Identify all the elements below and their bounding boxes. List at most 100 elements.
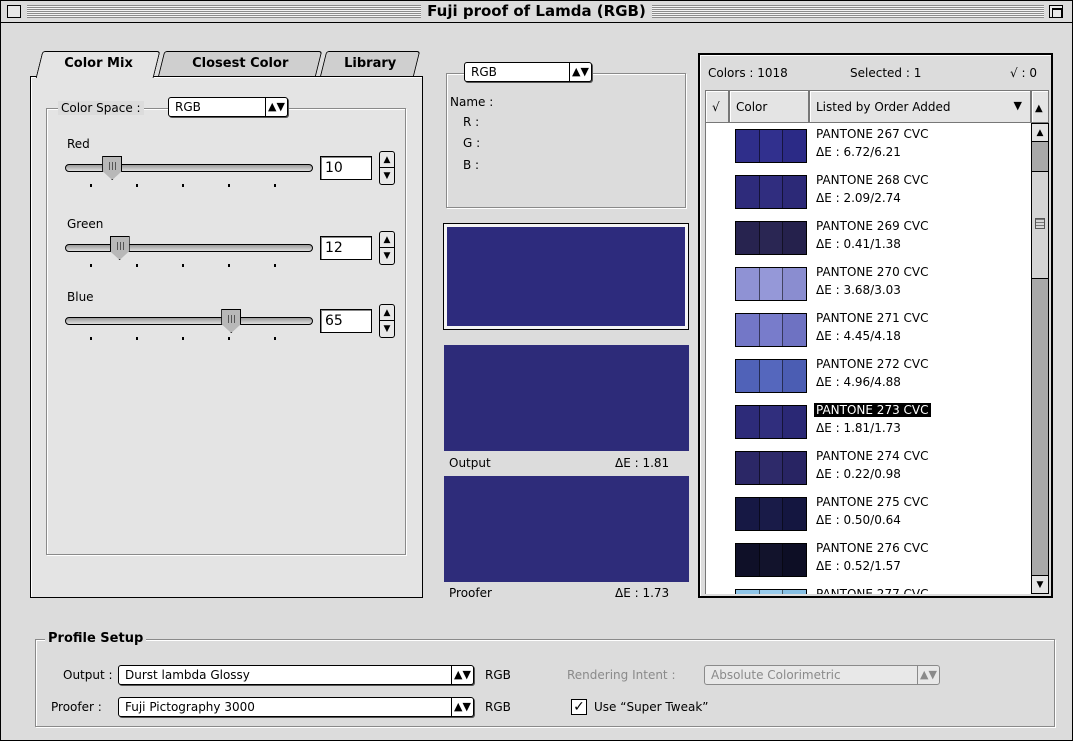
info-mode-select[interactable]: RGB ▲▼ xyxy=(464,62,592,82)
list-item[interactable]: PANTONE 277 CVC xyxy=(706,583,1031,594)
stepper-down-icon[interactable]: ▼ xyxy=(380,248,394,264)
b-label: B : xyxy=(463,158,480,172)
color-mix-panel: Color Space : RGB ▲▼ Red 10 ▲ ▼ Green 12 ▲ ▼ Blu… xyxy=(30,76,423,598)
proofer-profile-select[interactable]: Fuji Pictography 3000 ▲▼ xyxy=(118,697,474,717)
slider-tick xyxy=(136,184,138,187)
list-item[interactable]: PANTONE 268 CVC ΔE : 2.09/2.74 xyxy=(706,169,1031,215)
column-color[interactable]: Color xyxy=(729,90,809,123)
list-item-delta-e: ΔE : 1.81/1.73 xyxy=(816,421,901,435)
slider-label-red: Red xyxy=(67,137,90,151)
stepper-up-icon[interactable]: ▲ xyxy=(380,152,394,168)
color-chip xyxy=(735,451,807,485)
list-item[interactable]: PANTONE 274 CVC ΔE : 0.22/0.98 xyxy=(706,445,1031,491)
colors-count: Colors : 1018 xyxy=(708,66,788,80)
slider-value-green[interactable]: 12 xyxy=(320,236,372,260)
stepper-down-icon[interactable]: ▼ xyxy=(380,321,394,337)
output-profile-value: Durst lambda Glossy xyxy=(125,668,250,682)
app-window: Fuji proof of Lamda (RGB) Color Mix Clos… xyxy=(0,0,1073,741)
super-tweak-label: Use “Super Tweak” xyxy=(594,700,709,714)
list-item[interactable]: PANTONE 267 CVC ΔE : 6.72/6.21 xyxy=(706,123,1031,169)
slider-tick xyxy=(182,184,184,187)
rendering-intent-select[interactable]: Absolute Colorimetric ▲▼ xyxy=(704,665,940,685)
stepper-up-icon[interactable]: ▲ xyxy=(380,305,394,321)
list-scrollbar[interactable]: ▲ ▼ xyxy=(1031,123,1049,594)
list-item-name: PANTONE 267 CVC xyxy=(816,127,929,141)
up-down-arrows-icon: ▲▼ xyxy=(917,666,939,684)
tab-label: Color Mix xyxy=(63,56,133,71)
list-item-delta-e: ΔE : 0.50/0.64 xyxy=(816,513,901,527)
sort-direction-button[interactable]: ▲ xyxy=(1031,90,1049,123)
list-item-name: PANTONE 271 CVC xyxy=(816,311,929,325)
selected-count: Selected : 1 xyxy=(850,66,922,80)
up-down-arrows-icon: ▲▼ xyxy=(569,63,591,81)
list-item[interactable]: PANTONE 275 CVC ΔE : 0.50/0.64 xyxy=(706,491,1031,537)
color-chip xyxy=(735,543,807,577)
color-chip xyxy=(735,175,807,209)
color-chip xyxy=(735,405,807,439)
list-item-name: PANTONE 269 CVC xyxy=(816,219,929,233)
super-tweak-checkbox[interactable]: ✓ xyxy=(571,699,587,715)
scroll-down-button[interactable]: ▼ xyxy=(1032,575,1048,593)
zoom-box[interactable] xyxy=(1049,5,1063,18)
list-item[interactable]: PANTONE 269 CVC ΔE : 0.41/1.38 xyxy=(706,215,1031,261)
output-profile-label: Output : xyxy=(63,668,113,682)
slider-value-red[interactable]: 10 xyxy=(320,156,372,180)
color-list[interactable]: PANTONE 267 CVC ΔE : 6.72/6.21 PANTONE 268… xyxy=(705,123,1031,594)
title-bar[interactable]: Fuji proof of Lamda (RGB) xyxy=(1,1,1072,23)
stepper-red[interactable]: ▲ ▼ xyxy=(379,151,395,185)
list-item-name: PANTONE 272 CVC xyxy=(816,357,929,371)
slider-track-blue[interactable] xyxy=(65,317,313,325)
slider-tick xyxy=(182,337,184,340)
tab-label: Library xyxy=(344,56,397,71)
color-chip xyxy=(735,359,807,393)
list-item-name: PANTONE 270 CVC xyxy=(816,265,929,279)
output-delta-e: ΔE : 1.81 xyxy=(615,456,670,470)
color-chip xyxy=(735,497,807,531)
g-label: G : xyxy=(463,136,481,150)
slider-tick xyxy=(182,264,184,267)
stepper-up-icon[interactable]: ▲ xyxy=(380,232,394,248)
list-item-name: PANTONE 275 CVC xyxy=(816,495,929,509)
stepper-down-icon[interactable]: ▼ xyxy=(380,168,394,184)
tab-closest-color[interactable]: Closest Color xyxy=(157,51,323,77)
slider-tick xyxy=(274,337,276,340)
tab-label: Closest Color xyxy=(191,56,289,71)
slider-track-green[interactable] xyxy=(65,244,313,252)
slider-tick xyxy=(136,264,138,267)
color-list-panel: Colors : 1018 Selected : 1 √ : 0 √ Color… xyxy=(698,53,1053,598)
output-color-space: RGB xyxy=(485,668,511,682)
sort-order-label: Listed by Order Added xyxy=(816,100,951,114)
window-title-wrap: Fuji proof of Lamda (RGB) xyxy=(1,2,1072,20)
list-item-delta-e: ΔE : 4.45/4.18 xyxy=(816,329,901,343)
list-item[interactable]: PANTONE 272 CVC ΔE : 4.96/4.88 xyxy=(706,353,1031,399)
color-chip xyxy=(735,221,807,255)
slider-tick xyxy=(136,337,138,340)
slider-tick xyxy=(274,264,276,267)
list-item[interactable]: PANTONE 273 CVC ΔE : 1.81/1.73 xyxy=(706,399,1031,445)
tab-color-mix[interactable]: Color Mix xyxy=(35,51,161,78)
rendering-intent-value: Absolute Colorimetric xyxy=(711,668,841,682)
list-item-delta-e: ΔE : 0.22/0.98 xyxy=(816,467,901,481)
column-check[interactable]: √ xyxy=(705,90,729,123)
tab-library[interactable]: Library xyxy=(319,51,421,77)
rendering-intent-label: Rendering Intent : xyxy=(567,668,676,682)
scroll-up-button[interactable]: ▲ xyxy=(1032,124,1048,142)
sort-order-select[interactable]: Listed by Order Added ▼ xyxy=(809,90,1031,123)
color-chip xyxy=(735,313,807,347)
color-chip xyxy=(735,129,807,163)
list-item[interactable]: PANTONE 271 CVC ΔE : 4.45/4.18 xyxy=(706,307,1031,353)
list-item-name: PANTONE 274 CVC xyxy=(816,449,929,463)
output-profile-select[interactable]: Durst lambda Glossy ▲▼ xyxy=(118,665,474,685)
stepper-green[interactable]: ▲ ▼ xyxy=(379,231,395,265)
list-item[interactable]: PANTONE 270 CVC ΔE : 3.68/3.03 xyxy=(706,261,1031,307)
name-label: Name : xyxy=(450,95,494,109)
scroll-thumb[interactable] xyxy=(1032,171,1048,279)
color-column-label: Color xyxy=(736,100,768,114)
color-space-select[interactable]: RGB ▲▼ xyxy=(168,97,288,117)
color-chip xyxy=(735,589,807,594)
stepper-blue[interactable]: ▲ ▼ xyxy=(379,304,395,338)
slider-label-blue: Blue xyxy=(67,290,94,304)
list-item[interactable]: PANTONE 276 CVC ΔE : 0.52/1.57 xyxy=(706,537,1031,583)
info-box xyxy=(446,73,686,208)
slider-value-blue[interactable]: 65 xyxy=(320,309,372,333)
